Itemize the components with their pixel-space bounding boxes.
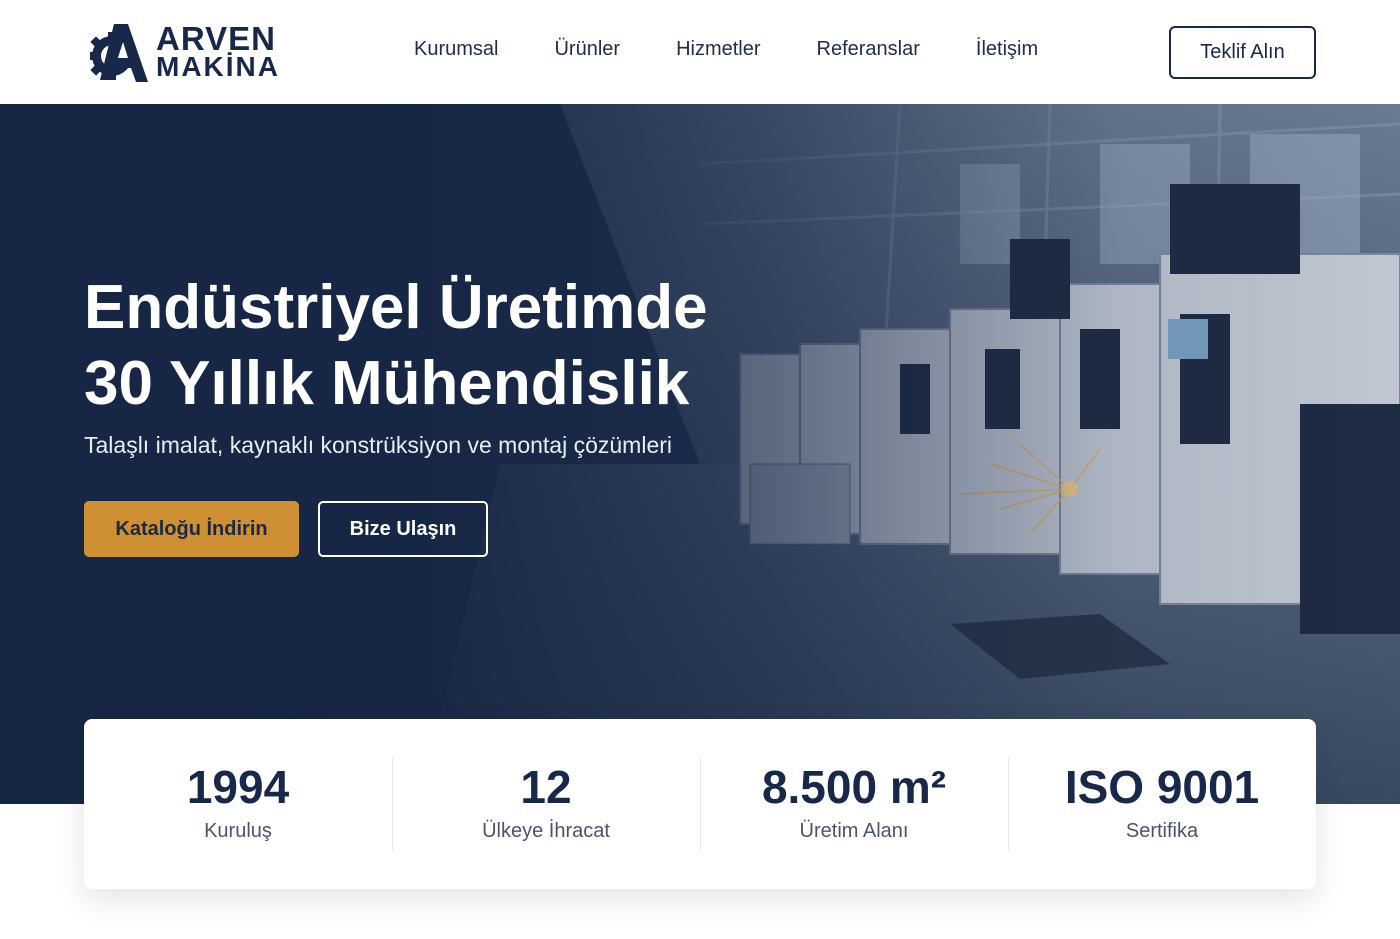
main-nav: Kurumsal Ürünler Hizmetler Referanslar İ…	[414, 38, 1038, 61]
stat-founded: 1994 Kuruluş	[84, 719, 392, 889]
stat-value: 12	[520, 760, 572, 813]
nav-item-hizmetler[interactable]: Hizmetler	[676, 38, 760, 61]
gear-a-logo-icon	[90, 24, 148, 82]
stat-label: Kuruluş	[204, 819, 272, 842]
stat-label: Üretim Alanı	[799, 819, 909, 842]
stat-label: Sertifika	[1125, 819, 1199, 842]
hero-title-line1: Endüstriyel Üretimde	[84, 273, 708, 342]
nav-item-urunler[interactable]: Ürünler	[554, 38, 620, 61]
contact-us-button[interactable]: Bize Ulaşın	[318, 501, 488, 557]
stat-production-area: 8.500 m² Üretim Alanı	[700, 719, 1008, 889]
stat-value: 8.500 m²	[761, 760, 947, 813]
stat-export-countries: 12 Ülkeye İhracat	[392, 719, 700, 889]
stat-value: 1994	[186, 760, 290, 813]
stat-value: ISO 9001	[1064, 760, 1260, 813]
stat-label: Ülkeye İhracat	[482, 819, 610, 842]
brand-wordmark: ARVEN MAKİNA	[156, 20, 280, 82]
nav-item-iletisim[interactable]: İletişim	[976, 38, 1038, 61]
brand-logo[interactable]: ARVEN MAKİNA	[84, 22, 280, 84]
nav-item-referanslar[interactable]: Referanslar	[817, 38, 920, 61]
hero-subtitle: Talaşlı imalat, kaynaklı konstrüksiyon v…	[84, 432, 673, 458]
get-quote-button[interactable]: Teklif Alın	[1169, 26, 1316, 79]
hero-title: Endüstriyel Üretimde 30 Yıllık Mühendisl…	[84, 270, 844, 422]
download-catalog-button[interactable]: Kataloğu İndirin	[84, 501, 299, 557]
brand-name-line2: MAKİNA	[156, 51, 280, 82]
nav-item-kurumsal[interactable]: Kurumsal	[414, 38, 498, 61]
brand-name-line1: ARVEN	[156, 20, 276, 57]
hero-section: Endüstriyel Üretimde 30 Yıllık Mühendisl…	[0, 104, 1400, 804]
hero-title-line2: 30 Yıllık Mühendislik	[84, 349, 690, 418]
stat-certificate: ISO 9001 Sertifika	[1008, 719, 1316, 889]
stats-card: 1994 Kuruluş 12 Ülkeye İhracat 8.500 m² …	[84, 719, 1316, 889]
site-header: ARVEN MAKİNA Kurumsal Ürünler Hizmetler …	[0, 0, 1400, 104]
